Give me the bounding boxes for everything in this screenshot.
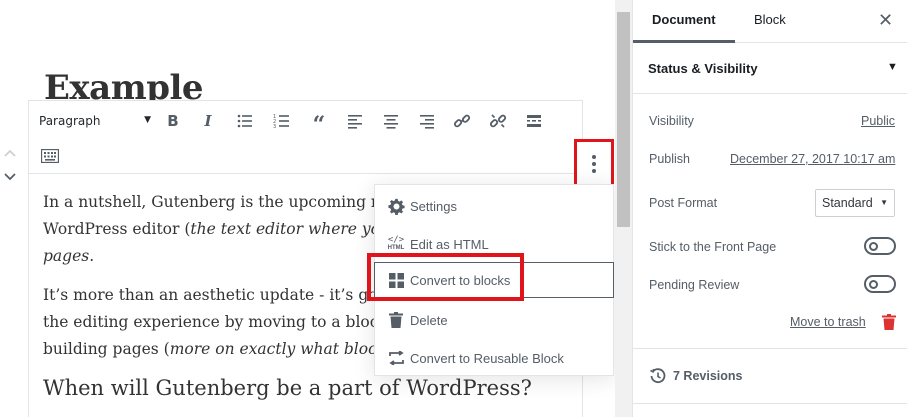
link-icon[interactable] bbox=[449, 108, 475, 134]
editor-scrollbar[interactable] bbox=[615, 0, 632, 417]
align-center-icon[interactable] bbox=[378, 108, 404, 134]
paragraph-1-line-1: In a nutshell, Gutenberg is the upcoming… bbox=[43, 193, 388, 211]
convert-icon bbox=[385, 351, 407, 365]
block-toolbar: Paragraph ▼ B I 123 “ bbox=[28, 100, 583, 174]
gear-icon bbox=[385, 198, 407, 215]
toggle-knob bbox=[869, 241, 878, 251]
html-icon: </> HTML bbox=[387, 235, 405, 252]
post-format-label: Post Format bbox=[649, 196, 718, 210]
svg-text:3: 3 bbox=[273, 124, 276, 130]
pending-review-label: Pending Review bbox=[649, 278, 740, 292]
block-type-select[interactable]: Paragraph ▼ bbox=[39, 109, 151, 133]
visibility-label: Visibility bbox=[649, 114, 694, 128]
settings-sidebar: Document Block ✕ Status & Visibility ▼ V… bbox=[632, 0, 907, 417]
block-type-label: Paragraph bbox=[39, 114, 101, 128]
paragraph-1-line-2-italic: the text editor where you bbox=[190, 220, 390, 238]
more-tag-icon[interactable] bbox=[521, 108, 547, 134]
status-visibility-panel-header[interactable]: Status & Visibility ▼ bbox=[633, 44, 907, 94]
paragraph-2-line-1: It’s more than an aesthetic update - it’… bbox=[43, 286, 383, 304]
scrollbar-thumb[interactable] bbox=[617, 12, 630, 227]
bold-icon[interactable]: B bbox=[160, 108, 186, 134]
visibility-value[interactable]: Public bbox=[861, 114, 895, 128]
paragraph-1-line-3-italic: pages. bbox=[43, 247, 95, 265]
history-icon bbox=[650, 368, 666, 389]
menu-item-settings[interactable]: Settings bbox=[375, 188, 615, 224]
move-to-trash-link[interactable]: Move to trash bbox=[790, 315, 866, 329]
toggle-knob bbox=[869, 279, 878, 289]
menu-item-label: Settings bbox=[410, 198, 457, 214]
quote-icon[interactable]: “ bbox=[306, 108, 332, 138]
close-icon[interactable]: ✕ bbox=[878, 10, 893, 31]
trash-icon bbox=[385, 312, 407, 328]
menu-item-label: Delete bbox=[410, 312, 448, 328]
block-mover bbox=[3, 146, 19, 186]
post-format-value: Standard bbox=[822, 196, 873, 210]
editor-canvas: Example Paragraph ▼ B I 123 “ In a nutsh… bbox=[0, 0, 615, 417]
keyboard-icon[interactable] bbox=[37, 143, 63, 169]
sticky-toggle[interactable] bbox=[864, 237, 896, 255]
bullet-list-icon[interactable] bbox=[232, 108, 258, 134]
trash-icon[interactable] bbox=[882, 314, 896, 335]
align-left-icon[interactable] bbox=[342, 108, 368, 134]
highlight-box bbox=[367, 253, 524, 301]
italic-icon[interactable]: I bbox=[195, 108, 221, 134]
chevron-down-icon[interactable] bbox=[3, 170, 19, 186]
html-icon-text: HTML bbox=[387, 245, 405, 251]
heading-block[interactable]: When will Gutenberg be a part of WordPre… bbox=[43, 375, 603, 402]
active-tab-indicator bbox=[633, 40, 735, 43]
revisions-label: 7 Revisions bbox=[673, 369, 743, 383]
unlink-icon[interactable] bbox=[485, 108, 511, 134]
ellipsis-vertical-icon bbox=[592, 155, 596, 173]
revisions-panel[interactable]: 7 Revisions bbox=[633, 348, 907, 404]
chevron-down-icon: ▼ bbox=[880, 198, 888, 207]
tab-block[interactable]: Block bbox=[754, 12, 786, 27]
publish-date[interactable]: December 27, 2017 10:17 am bbox=[730, 152, 895, 166]
chevron-up-icon[interactable] bbox=[3, 146, 19, 162]
pending-review-toggle[interactable] bbox=[864, 275, 896, 293]
sticky-label: Stick to the Front Page bbox=[649, 240, 777, 254]
publish-label: Publish bbox=[649, 152, 690, 166]
numbered-list-icon[interactable]: 123 bbox=[269, 108, 295, 134]
paragraph-1-line-2: WordPress editor ( bbox=[43, 220, 191, 238]
paragraph-2-line-3: building pages ( bbox=[43, 340, 170, 358]
align-right-icon[interactable] bbox=[414, 108, 440, 134]
menu-item-delete[interactable]: Delete bbox=[375, 302, 615, 338]
menu-item-label: Edit as HTML bbox=[410, 236, 489, 252]
chevron-down-icon: ▼ bbox=[144, 115, 151, 125]
paragraph-2-line-2: the editing experience by moving to a bl… bbox=[43, 313, 388, 331]
more-options-button[interactable] bbox=[574, 139, 614, 189]
panel-title: Status & Visibility bbox=[648, 61, 758, 76]
caret-down-icon: ▼ bbox=[887, 61, 898, 73]
paragraph-2-line-3-italic: more on exactly what blocks bbox=[169, 340, 395, 358]
sidebar-tabs: Document Block ✕ bbox=[633, 0, 907, 43]
post-format-select[interactable]: Standard ▼ bbox=[815, 189, 895, 217]
tab-document[interactable]: Document bbox=[652, 12, 716, 27]
menu-item-convert-to-reusable[interactable]: Convert to Reusable Block bbox=[375, 340, 615, 376]
menu-item-label: Convert to Reusable Block bbox=[410, 350, 564, 366]
